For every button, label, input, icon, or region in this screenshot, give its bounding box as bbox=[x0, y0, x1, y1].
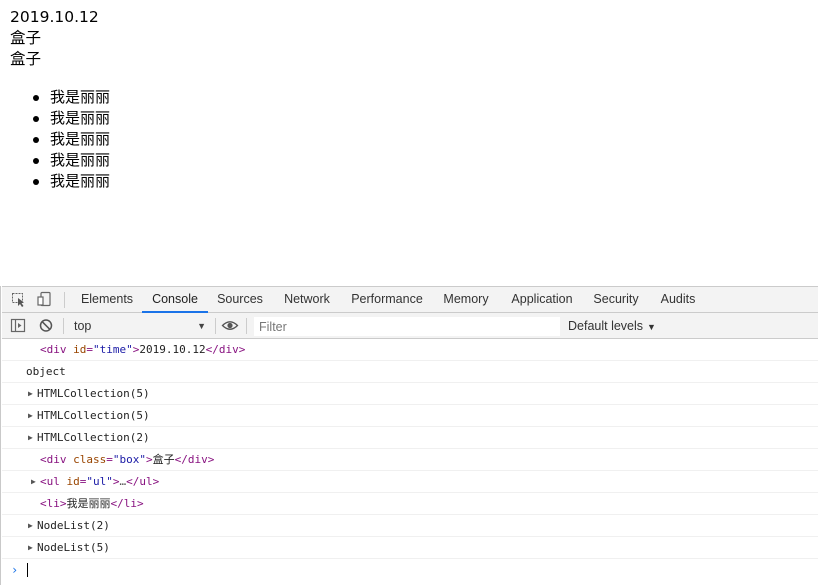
dropdown-arrow-icon: ▼ bbox=[647, 322, 656, 332]
tab-application[interactable]: Application bbox=[504, 287, 580, 313]
filter-input[interactable] bbox=[254, 317, 560, 336]
element-preview: <div id="time">2019.10.12</div> bbox=[40, 343, 246, 356]
show-sidebar-icon[interactable] bbox=[9, 317, 27, 334]
expand-triangle-icon[interactable]: ▶ bbox=[28, 537, 33, 558]
console-output: <div id="time">2019.10.12</div> object ▶… bbox=[2, 339, 818, 585]
console-message[interactable]: object bbox=[2, 361, 818, 383]
list-item: 我是丽丽 bbox=[10, 108, 110, 129]
tab-bar-divider bbox=[64, 292, 65, 308]
device-toolbar-icon[interactable] bbox=[36, 291, 54, 308]
toolbar-divider bbox=[246, 318, 247, 334]
expand-triangle-icon[interactable]: ▶ bbox=[28, 405, 33, 426]
log-levels-dropdown[interactable]: Default levels ▼ bbox=[568, 316, 656, 336]
box-div-2: 盒子 bbox=[10, 50, 42, 68]
inspect-element-icon[interactable] bbox=[10, 291, 28, 308]
console-message[interactable]: <li>我是丽丽</li> bbox=[2, 493, 818, 515]
tab-performance[interactable]: Performance bbox=[346, 287, 428, 313]
time-div: 2019.10.12 bbox=[10, 8, 99, 26]
clear-console-icon[interactable] bbox=[37, 317, 55, 334]
toolbar-divider bbox=[63, 318, 64, 334]
console-message[interactable]: ▶ <ul id="ul">…</ul> bbox=[2, 471, 818, 493]
context-label: top bbox=[74, 319, 92, 333]
tab-security[interactable]: Security bbox=[588, 287, 644, 313]
dropdown-arrow-icon: ▼ bbox=[197, 321, 206, 331]
element-preview: <div class="box">盒子</div> bbox=[40, 453, 215, 466]
toolbar-divider bbox=[215, 318, 216, 334]
list-item: 我是丽丽 bbox=[10, 87, 110, 108]
message-text: NodeList(2) bbox=[37, 519, 110, 532]
message-text: NodeList(5) bbox=[37, 541, 110, 554]
tab-console[interactable]: Console bbox=[142, 287, 208, 313]
live-expression-eye-icon[interactable] bbox=[221, 317, 239, 334]
devtools-panel: Elements Console Sources Network Perform… bbox=[2, 286, 818, 585]
expand-triangle-icon[interactable]: ▶ bbox=[28, 515, 33, 536]
element-preview: <ul id="ul">…</ul> bbox=[40, 475, 160, 488]
page-content: 2019.10.12 盒子 盒子 我是丽丽 我是丽丽 我是丽丽 我是丽丽 我是丽… bbox=[0, 0, 818, 286]
context-selector[interactable]: top ▼ bbox=[68, 316, 208, 336]
tab-elements[interactable]: Elements bbox=[74, 287, 140, 313]
box-div-1: 盒子 bbox=[10, 29, 42, 47]
list: 我是丽丽 我是丽丽 我是丽丽 我是丽丽 我是丽丽 bbox=[10, 87, 110, 192]
console-message[interactable]: <div id="time">2019.10.12</div> bbox=[2, 339, 818, 361]
message-text: object bbox=[26, 365, 66, 378]
element-preview: <li>我是丽丽</li> bbox=[40, 497, 144, 510]
message-text: HTMLCollection(5) bbox=[37, 409, 150, 422]
tab-network[interactable]: Network bbox=[276, 287, 338, 313]
console-message[interactable]: ▶ HTMLCollection(2) bbox=[2, 427, 818, 449]
message-text: HTMLCollection(2) bbox=[37, 431, 150, 444]
console-message[interactable]: ▶ NodeList(2) bbox=[2, 515, 818, 537]
expand-triangle-icon[interactable]: ▶ bbox=[28, 383, 33, 404]
expand-triangle-icon[interactable]: ▶ bbox=[28, 427, 33, 448]
text-cursor bbox=[27, 563, 28, 577]
expand-triangle-icon[interactable]: ▶ bbox=[31, 471, 36, 492]
console-prompt[interactable]: › bbox=[2, 559, 818, 581]
tab-memory[interactable]: Memory bbox=[436, 287, 496, 313]
console-message[interactable]: ▶ HTMLCollection(5) bbox=[2, 405, 818, 427]
list-item: 我是丽丽 bbox=[10, 150, 110, 171]
log-levels-label: Default levels bbox=[568, 319, 644, 333]
prompt-chevron-icon: › bbox=[11, 563, 19, 577]
devtools-tab-bar: Elements Console Sources Network Perform… bbox=[2, 287, 818, 313]
tab-audits[interactable]: Audits bbox=[652, 287, 704, 313]
list-item: 我是丽丽 bbox=[10, 171, 110, 192]
console-message[interactable]: ▶ HTMLCollection(5) bbox=[2, 383, 818, 405]
console-message[interactable]: <div class="box">盒子</div> bbox=[2, 449, 818, 471]
tab-sources[interactable]: Sources bbox=[210, 287, 270, 313]
console-toolbar: top ▼ Default levels▼ bbox=[2, 313, 818, 339]
console-message[interactable]: ▶ NodeList(5) bbox=[2, 537, 818, 559]
list-item: 我是丽丽 bbox=[10, 129, 110, 150]
message-text: HTMLCollection(5) bbox=[37, 387, 150, 400]
